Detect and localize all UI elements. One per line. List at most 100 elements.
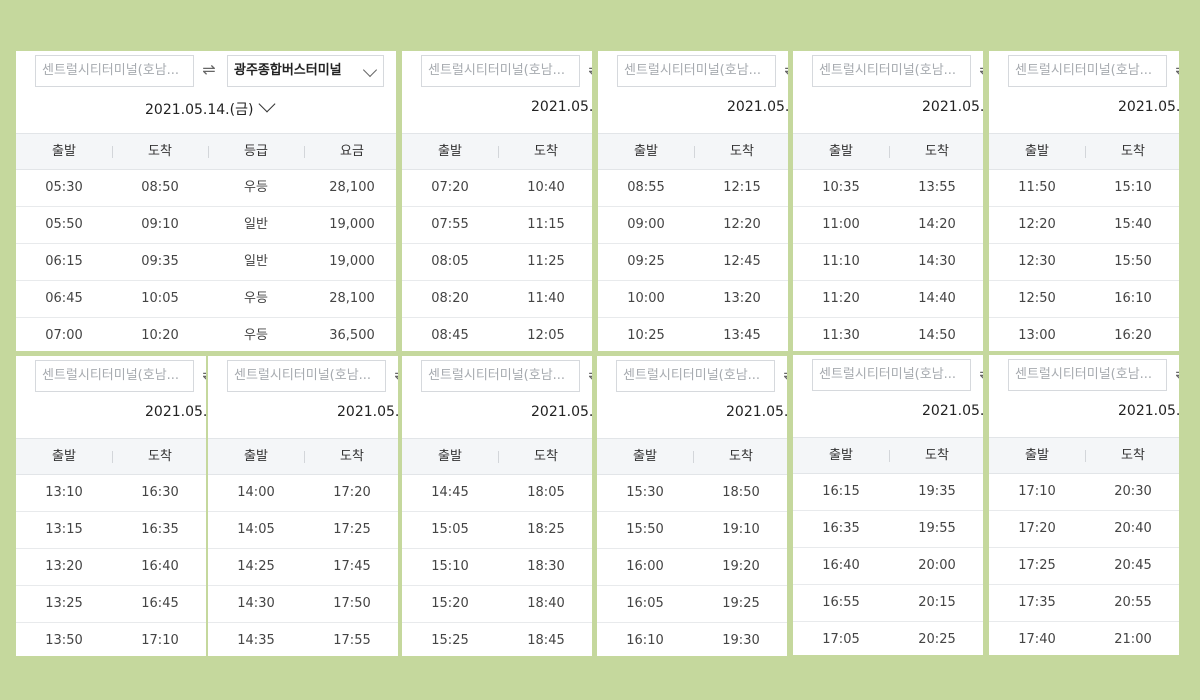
table-row[interactable]: 11:50 15:10 bbox=[989, 170, 1179, 207]
table-row[interactable]: 13:00 16:20 bbox=[989, 318, 1179, 351]
origin-input[interactable]: 센트럴시티터미널(호남... bbox=[812, 359, 971, 391]
swap-direction-icon[interactable]: ⇌ bbox=[775, 360, 787, 392]
table-row[interactable]: 10:25 13:45 bbox=[598, 318, 788, 351]
date-selector[interactable]: 2021.05. bbox=[1118, 403, 1179, 419]
swap-direction-icon[interactable]: ⇌ bbox=[580, 55, 592, 87]
table-row[interactable]: 16:35 19:55 bbox=[793, 511, 983, 548]
table-row[interactable]: 11:20 14:40 bbox=[793, 281, 983, 318]
table-row[interactable]: 13:20 16:40 bbox=[16, 549, 206, 586]
table-row[interactable]: 08:55 12:15 bbox=[598, 170, 788, 207]
date-selector[interactable]: 2021.05.14.(금) bbox=[145, 99, 253, 119]
table-row[interactable]: 11:30 14:50 bbox=[793, 318, 983, 351]
table-row[interactable]: 12:50 16:10 bbox=[989, 281, 1179, 318]
swap-direction-icon[interactable]: ⇌ bbox=[386, 360, 398, 392]
table-row[interactable]: 06:45 10:05 우등 28,100 bbox=[16, 281, 396, 318]
table-row[interactable]: 17:05 20:25 bbox=[793, 622, 983, 655]
swap-direction-icon[interactable]: ⇌ bbox=[776, 55, 788, 87]
cell-arrive: 20:00 bbox=[918, 558, 956, 573]
date-selector[interactable]: 2021.05. bbox=[922, 403, 983, 419]
table-row[interactable]: 16:00 19:20 bbox=[597, 549, 787, 586]
origin-input[interactable]: 센트럴시티터미널(호남... bbox=[1008, 359, 1167, 391]
table-row[interactable]: 07:20 10:40 bbox=[402, 170, 592, 207]
cell-depart: 11:30 bbox=[822, 328, 860, 343]
table-row[interactable]: 15:05 18:25 bbox=[402, 512, 592, 549]
table-row[interactable]: 12:20 15:40 bbox=[989, 207, 1179, 244]
date-selector[interactable]: 2021.05. bbox=[727, 99, 788, 115]
date-selector[interactable]: 2021.05. bbox=[337, 404, 398, 420]
table-row[interactable]: 15:10 18:30 bbox=[402, 549, 592, 586]
table-row[interactable]: 13:25 16:45 bbox=[16, 586, 206, 623]
column-header-depart: 출발 bbox=[829, 144, 853, 159]
table-row[interactable]: 13:15 16:35 bbox=[16, 512, 206, 549]
table-row[interactable]: 09:00 12:20 bbox=[598, 207, 788, 244]
table-row[interactable]: 15:50 19:10 bbox=[597, 512, 787, 549]
cell-grade: 우등 bbox=[244, 291, 268, 306]
table-row[interactable]: 15:20 18:40 bbox=[402, 586, 592, 623]
table-row[interactable]: 17:25 20:45 bbox=[989, 548, 1179, 585]
table-row[interactable]: 08:20 11:40 bbox=[402, 281, 592, 318]
date-selector[interactable]: 2021.05. bbox=[531, 99, 592, 115]
origin-input[interactable]: 센트럴시티터미널(호남... bbox=[227, 360, 386, 392]
date-selector[interactable]: 2021.05. bbox=[726, 404, 787, 420]
origin-input[interactable]: 센트럴시티터미널(호남... bbox=[421, 55, 580, 87]
origin-input[interactable]: 센트럴시티터미널(호남... bbox=[35, 55, 194, 87]
table-row[interactable]: 05:30 08:50 우등 28,100 bbox=[16, 170, 396, 207]
column-divider bbox=[889, 450, 890, 462]
cell-arrive: 20:15 bbox=[918, 595, 956, 610]
date-selector[interactable]: 2021.05. bbox=[922, 99, 983, 115]
table-row[interactable]: 11:00 14:20 bbox=[793, 207, 983, 244]
date-selector[interactable]: 2021.05. bbox=[1118, 99, 1179, 115]
date-selector[interactable]: 2021.05. bbox=[531, 404, 592, 420]
table-row[interactable]: 09:25 12:45 bbox=[598, 244, 788, 281]
table-row[interactable]: 07:00 10:20 우등 36,500 bbox=[16, 318, 396, 351]
table-row[interactable]: 15:25 18:45 bbox=[402, 623, 592, 656]
table-row[interactable]: 08:05 11:25 bbox=[402, 244, 592, 281]
table-row[interactable]: 10:00 13:20 bbox=[598, 281, 788, 318]
table-row[interactable]: 16:55 20:15 bbox=[793, 585, 983, 622]
table-row[interactable]: 14:30 17:50 bbox=[208, 586, 398, 623]
table-row[interactable]: 17:35 20:55 bbox=[989, 585, 1179, 622]
cell-depart: 05:30 bbox=[45, 180, 83, 195]
table-row[interactable]: 16:40 20:00 bbox=[793, 548, 983, 585]
table-row[interactable]: 14:05 17:25 bbox=[208, 512, 398, 549]
swap-direction-icon[interactable]: ⇌ bbox=[971, 359, 983, 391]
swap-direction-icon[interactable]: ⇌ bbox=[1167, 359, 1179, 391]
origin-input[interactable]: 센트럴시티터미널(호남... bbox=[421, 360, 580, 392]
column-header-arrive: 도착 bbox=[148, 449, 172, 464]
destination-select[interactable]: 광주종합버스터미널 bbox=[227, 55, 384, 87]
table-row[interactable]: 15:30 18:50 bbox=[597, 475, 787, 512]
table-row[interactable]: 17:40 21:00 bbox=[989, 622, 1179, 655]
table-row[interactable]: 13:10 16:30 bbox=[16, 475, 206, 512]
table-row[interactable]: 17:20 20:40 bbox=[989, 511, 1179, 548]
table-row[interactable]: 14:00 17:20 bbox=[208, 475, 398, 512]
table-row[interactable]: 10:35 13:55 bbox=[793, 170, 983, 207]
table-row[interactable]: 06:15 09:35 일반 19,000 bbox=[16, 244, 396, 281]
table-row[interactable]: 07:55 11:15 bbox=[402, 207, 592, 244]
table-row[interactable]: 14:25 17:45 bbox=[208, 549, 398, 586]
table-row[interactable]: 16:10 19:30 bbox=[597, 623, 787, 656]
swap-direction-icon[interactable]: ⇌ bbox=[194, 55, 224, 87]
table-row[interactable]: 12:30 15:50 bbox=[989, 244, 1179, 281]
table-row[interactable]: 13:50 17:10 bbox=[16, 623, 206, 656]
origin-input[interactable]: 센트럴시티터미널(호남... bbox=[616, 360, 775, 392]
table-row[interactable]: 08:45 12:05 bbox=[402, 318, 592, 351]
table-row[interactable]: 16:15 19:35 bbox=[793, 474, 983, 511]
origin-input[interactable]: 센트럴시티터미널(호남... bbox=[35, 360, 194, 392]
origin-input[interactable]: 센트럴시티터미널(호남... bbox=[1008, 55, 1167, 87]
table-header: 출발 도착 bbox=[16, 438, 206, 475]
swap-direction-icon[interactable]: ⇌ bbox=[580, 360, 592, 392]
swap-direction-icon[interactable]: ⇌ bbox=[194, 360, 206, 392]
column-header-fare: 요금 bbox=[340, 144, 364, 159]
swap-direction-icon[interactable]: ⇌ bbox=[1167, 55, 1179, 87]
table-row[interactable]: 17:10 20:30 bbox=[989, 474, 1179, 511]
origin-input[interactable]: 센트럴시티터미널(호남... bbox=[617, 55, 776, 87]
timetable-panel: 센트럴시티터미널(호남...⇌2021.05.출발도착16:1519:3516:… bbox=[793, 355, 983, 655]
table-row[interactable]: 11:10 14:30 bbox=[793, 244, 983, 281]
table-row[interactable]: 14:45 18:05 bbox=[402, 475, 592, 512]
date-selector[interactable]: 2021.05. bbox=[145, 404, 206, 420]
table-row[interactable]: 16:05 19:25 bbox=[597, 586, 787, 623]
origin-input[interactable]: 센트럴시티터미널(호남... bbox=[812, 55, 971, 87]
table-row[interactable]: 05:50 09:10 일반 19,000 bbox=[16, 207, 396, 244]
swap-direction-icon[interactable]: ⇌ bbox=[971, 55, 983, 87]
table-row[interactable]: 14:35 17:55 bbox=[208, 623, 398, 656]
